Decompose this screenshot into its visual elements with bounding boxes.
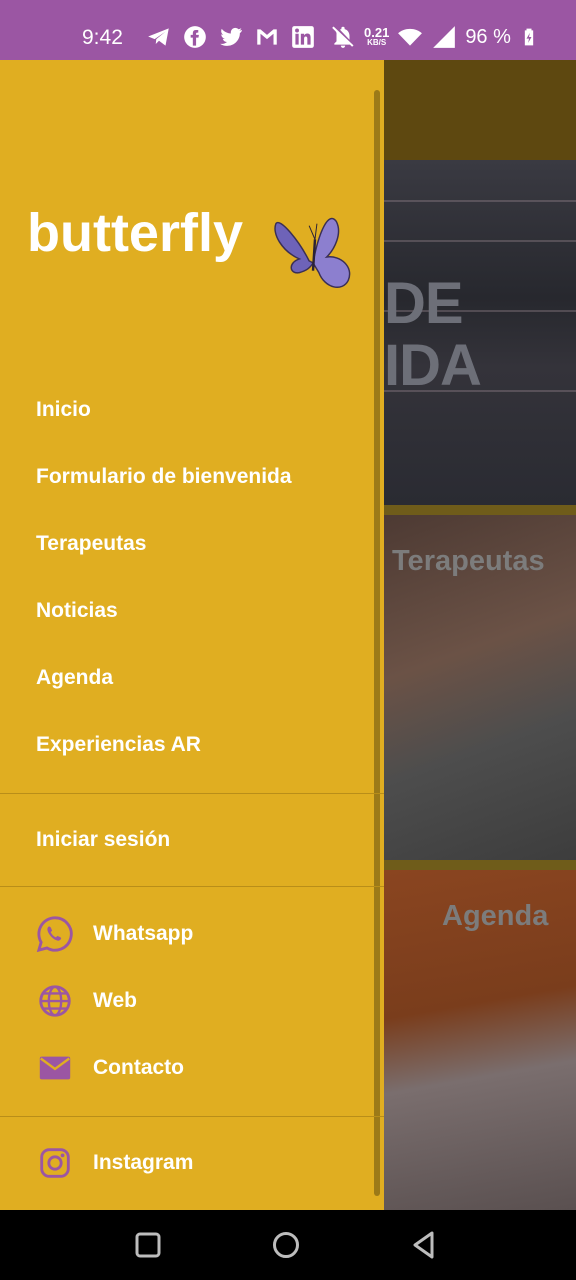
signal-icon bbox=[433, 26, 456, 48]
notification-icons bbox=[146, 24, 316, 50]
mail-icon bbox=[36, 1049, 74, 1087]
navigation-drawer: butterfly Inicio Formulario de bienvenid… bbox=[0, 60, 384, 1210]
gmail-icon bbox=[257, 29, 277, 45]
contact-label: Contacto bbox=[93, 1056, 184, 1079]
drawer-scrollbar[interactable] bbox=[374, 90, 380, 1196]
telegram-icon bbox=[148, 28, 169, 46]
divider bbox=[0, 886, 384, 887]
web-link[interactable]: Web bbox=[36, 982, 137, 1020]
login-button[interactable]: Iniciar sesión bbox=[36, 828, 170, 852]
divider bbox=[0, 1116, 384, 1117]
menu-item-agenda[interactable]: Agenda bbox=[36, 666, 113, 690]
menu-item-noticias[interactable]: Noticias bbox=[36, 599, 118, 623]
home-icon bbox=[273, 1232, 299, 1258]
twitter-icon bbox=[220, 27, 242, 46]
linkedin-icon bbox=[292, 26, 314, 48]
battery-charging-icon bbox=[524, 28, 534, 46]
whatsapp-label: Whatsapp bbox=[93, 922, 194, 945]
status-time: 9:42 bbox=[82, 26, 123, 49]
wifi-icon bbox=[398, 28, 423, 46]
instagram-label: Instagram bbox=[93, 1151, 194, 1174]
terapeutas-card: Terapeutas bbox=[384, 515, 576, 860]
facebook-icon bbox=[184, 26, 206, 48]
back-button[interactable] bbox=[407, 1228, 441, 1262]
instagram-icon bbox=[36, 1144, 74, 1182]
net-speed: 0.21 KB/S bbox=[364, 25, 390, 47]
banner-card: DE IDA bbox=[384, 160, 576, 505]
recents-button[interactable] bbox=[131, 1228, 165, 1262]
menu-item-experiencias-ar[interactable]: Experiencias AR bbox=[36, 733, 201, 757]
contact-link[interactable]: Contacto bbox=[36, 1049, 184, 1087]
home-button[interactable] bbox=[269, 1228, 303, 1262]
agenda-card-title: Agenda bbox=[442, 900, 549, 932]
brand-logo-text: butterfly bbox=[27, 203, 243, 263]
divider bbox=[0, 793, 384, 794]
back-icon bbox=[413, 1231, 434, 1259]
mute-icon bbox=[332, 26, 354, 48]
menu-item-terapeutas[interactable]: Terapeutas bbox=[36, 532, 147, 556]
terapeutas-card-title: Terapeutas bbox=[392, 545, 545, 577]
globe-icon bbox=[36, 982, 74, 1020]
menu-item-formulario[interactable]: Formulario de bienvenida bbox=[36, 465, 292, 489]
banner-text-line2: IDA bbox=[384, 333, 482, 398]
system-navigation-bar bbox=[0, 1210, 576, 1280]
butterfly-logo-icon bbox=[274, 217, 351, 288]
banner-text-line1: DE bbox=[384, 271, 464, 336]
menu-item-inicio[interactable]: Inicio bbox=[36, 398, 91, 422]
battery-percent: 96 % bbox=[465, 25, 511, 48]
agenda-card: Agenda bbox=[384, 870, 576, 1210]
whatsapp-icon bbox=[36, 915, 74, 953]
web-label: Web bbox=[93, 989, 137, 1012]
instagram-link[interactable]: Instagram bbox=[36, 1144, 193, 1182]
whatsapp-link[interactable]: Whatsapp bbox=[36, 915, 193, 953]
app-toolbar bbox=[384, 60, 576, 160]
recents-icon bbox=[135, 1232, 161, 1258]
system-icons: 0.21 KB/S 96 % bbox=[330, 24, 539, 50]
